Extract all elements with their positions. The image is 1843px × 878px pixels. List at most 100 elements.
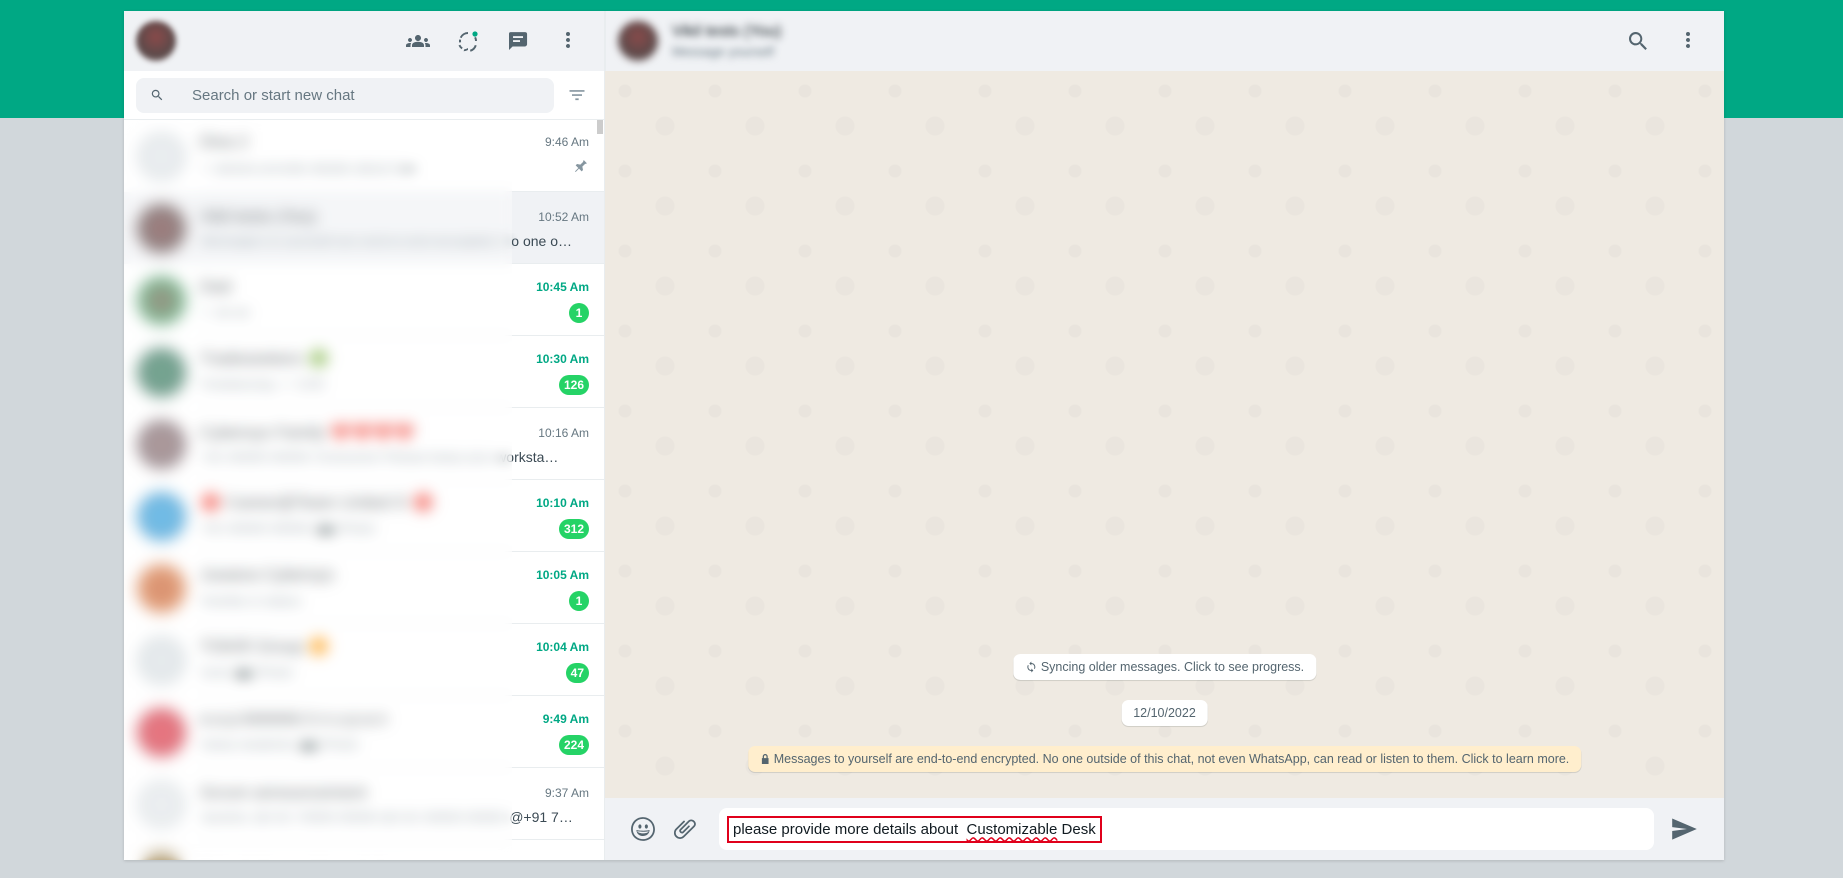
profile-avatar[interactable] — [136, 21, 176, 61]
chat-list-item[interactable]: Cybersys Family ❤️❤️❤️❤️ 10:16 Am +91 00… — [124, 408, 604, 480]
chat-body: Tradeseekers 🟢 10:30 Am Freelancing: ✓ 3… — [200, 336, 604, 408]
chat-list-item[interactable]: a.a.p.kkkkkkk.h.n.u.p.a.n 9:49 Am Kalua … — [124, 696, 604, 768]
message-input[interactable]: please provide more details about Custom… — [719, 808, 1654, 850]
chat-avatar — [137, 347, 186, 397]
chat-preview: +91 00000 00000: Everyone! Please keep y… — [200, 449, 589, 465]
conversation-title-block[interactable]: Vikil tests (You) Message yourself — [672, 23, 781, 59]
typed-message: please provide more details about Custom… — [727, 815, 1102, 843]
chat-list-item[interactable]: Dad 10:45 Am ✓ ok ok 1 — [124, 264, 604, 336]
message-area[interactable]: Syncing older messages. Click to see pro… — [605, 71, 1724, 798]
search-box[interactable] — [136, 77, 554, 113]
chat-row-top: TOKIR Group 🟠 10:04 Am — [200, 637, 589, 657]
chat-list-item[interactable]: Dixa 2 9:46 Am ✓ please provide details … — [124, 120, 604, 192]
chat-time: 10:05 Am — [536, 567, 589, 582]
chat-row-bottom: trust: 📷 Photo 47 — [200, 662, 589, 683]
chat-preview-hidden: Ayesha: @+91 70000 00000 @+91 00000 0000… — [200, 808, 510, 825]
menu-button[interactable] — [548, 21, 588, 61]
chat-name: a.a.p.kkkkkkk.h.n.u.p.a.n — [200, 708, 388, 728]
conversation-subtitle: Message yourself — [672, 44, 774, 59]
lock-icon — [761, 754, 769, 764]
chat-body: Juwana Cybersys 10:05 Am Familia ni stat… — [200, 552, 604, 624]
chat-list-item[interactable]: Juwana Cybersys 10:05 Am Familia ni stat… — [124, 552, 604, 624]
chat-list-item[interactable]: Tradeseekers 🟢 10:30 Am Freelancing: ✓ 3… — [124, 336, 604, 408]
chat-time: 10:30 Am — [536, 351, 589, 366]
conversation-avatar[interactable] — [618, 21, 658, 61]
send-button[interactable] — [1666, 811, 1702, 847]
chat-name: Juwana Cybersys — [200, 564, 335, 584]
chat-time: 10:52 Am — [538, 209, 589, 224]
kebab-menu-icon — [1685, 31, 1691, 48]
chat-preview-visible: o one o… — [511, 232, 572, 249]
chat-row-top: Cybersys Family ❤️❤️❤️❤️ 10:16 Am — [200, 423, 589, 443]
chat-time: 10:45 Am — [536, 279, 589, 294]
chat-list-item[interactable]: Rajesh Kumar blurred chat — [124, 840, 604, 860]
chat-row-bottom: ✓ ok ok 1 — [200, 302, 589, 323]
search-icon — [1629, 32, 1647, 50]
sync-notice-text: Syncing older messages. Click to see pro… — [1040, 660, 1305, 674]
chat-row-top: Juwana Cybersys 10:05 Am — [200, 565, 589, 585]
chat-avatar — [137, 419, 186, 469]
chat-row-top: Scrum announcement 9:37 Am — [200, 783, 589, 803]
pin-icon — [573, 158, 589, 179]
sidebar-header — [124, 11, 604, 71]
chat-time: 9:49 Am — [542, 711, 589, 726]
attach-button[interactable] — [667, 811, 703, 847]
chat-body: 🔴 Career@Team United ® 🔴 10:10 Am +91 00… — [200, 480, 604, 552]
chat-list-scrollbar[interactable] — [597, 120, 603, 134]
unread-filter-button[interactable] — [562, 80, 592, 110]
chat-preview: trust: 📷 Photo — [200, 664, 560, 681]
chat-row-top: Vikil tests (You) 10:52 Am — [200, 207, 589, 227]
new-chat-icon — [509, 32, 528, 51]
chat-preview-hidden: ✓ please provide details about it — [200, 160, 401, 176]
chat-preview-visible: on — [400, 160, 417, 176]
chat-avatar — [137, 635, 186, 685]
chat-row-top: Tradeseekers 🟢 10:30 Am — [200, 349, 589, 369]
chat-row-top: a.a.p.kkkkkkk.h.n.u.p.a.n 9:49 Am — [200, 709, 589, 729]
status-button[interactable] — [448, 21, 488, 61]
search-messages-button[interactable] — [1618, 21, 1658, 61]
chat-name: TOKIR Group 🟠 — [200, 636, 330, 656]
chat-list-item[interactable]: Vikil tests (You) 10:52 Am Messages to y… — [124, 192, 604, 264]
chat-avatar — [137, 203, 186, 253]
chat-body: Scrum announcement 9:37 Am Ayesha: @+91 … — [200, 768, 604, 840]
chat-preview-hidden: Messages to yourself are end-to-end encr… — [200, 232, 512, 249]
chat-body: a.a.p.kkkkkkk.h.n.u.p.a.n 9:49 Am Kalua … — [200, 696, 604, 768]
chat-list-item[interactable]: 🔴 Career@Team United ® 🔴 10:10 Am +91 00… — [124, 480, 604, 552]
communities-button[interactable] — [398, 21, 438, 61]
communities-icon — [406, 35, 430, 47]
chat-preview-hidden: +91 00000 00000: Everyone! Please keep y… — [200, 448, 497, 465]
chat-preview-hidden: ✓ ok ok — [200, 304, 250, 320]
chat-row-bottom: Freelancing: ✓ 3:05 126 — [200, 374, 589, 395]
chat-body: Rajesh Kumar blurred chat — [200, 840, 604, 860]
chat-preview-hidden: Familia ni status — [200, 592, 302, 609]
sync-notice[interactable]: Syncing older messages. Click to see pro… — [1012, 654, 1317, 680]
chat-row-top: 🔴 Career@Team United ® 🔴 10:10 Am — [200, 493, 589, 513]
chat-row-bottom: +91 00000 00000: Everyone! Please keep y… — [200, 449, 589, 465]
emoji-icon — [631, 817, 655, 841]
conversation-header[interactable]: Vikil tests (You) Message yourself — [605, 11, 1724, 71]
chat-avatar — [137, 275, 186, 325]
new-chat-button[interactable] — [498, 21, 538, 61]
emoji-button[interactable] — [625, 811, 661, 847]
conversation-menu-button[interactable] — [1668, 21, 1708, 61]
chat-row-top: Dixa 2 9:46 Am — [200, 132, 589, 152]
chat-list[interactable]: Dixa 2 9:46 Am ✓ please provide details … — [124, 120, 604, 860]
chat-avatar — [137, 131, 186, 181]
encryption-notice[interactable]: Messages to yourself are end-to-end encr… — [747, 746, 1582, 772]
chat-list-item[interactable]: TOKIR Group 🟠 10:04 Am trust: 📷 Photo 47 — [124, 624, 604, 696]
chat-time: 10:04 Am — [536, 639, 589, 654]
chat-preview: Messages to yourself are end-to-end encr… — [200, 233, 589, 249]
chat-preview-hidden: +91 00000 00000: 📷 Photo — [200, 520, 376, 536]
chat-preview-hidden: trust: 📷 Photo — [200, 664, 293, 680]
chat-avatar — [137, 779, 186, 829]
typed-message-end: Desk — [1057, 820, 1096, 838]
unread-count-badge: 312 — [558, 518, 589, 539]
unread-count-badge: 1 — [569, 302, 589, 323]
search-input[interactable] — [192, 86, 542, 104]
unread-count-badge: 224 — [558, 734, 589, 755]
kebab-menu-icon — [565, 31, 571, 48]
encryption-notice-text: Messages to yourself are end-to-end encr… — [773, 752, 1570, 766]
chat-avatar — [137, 851, 186, 860]
chat-preview: Familia ni status — [200, 593, 563, 609]
chat-list-item[interactable]: Scrum announcement 9:37 Am Ayesha: @+91 … — [124, 768, 604, 840]
